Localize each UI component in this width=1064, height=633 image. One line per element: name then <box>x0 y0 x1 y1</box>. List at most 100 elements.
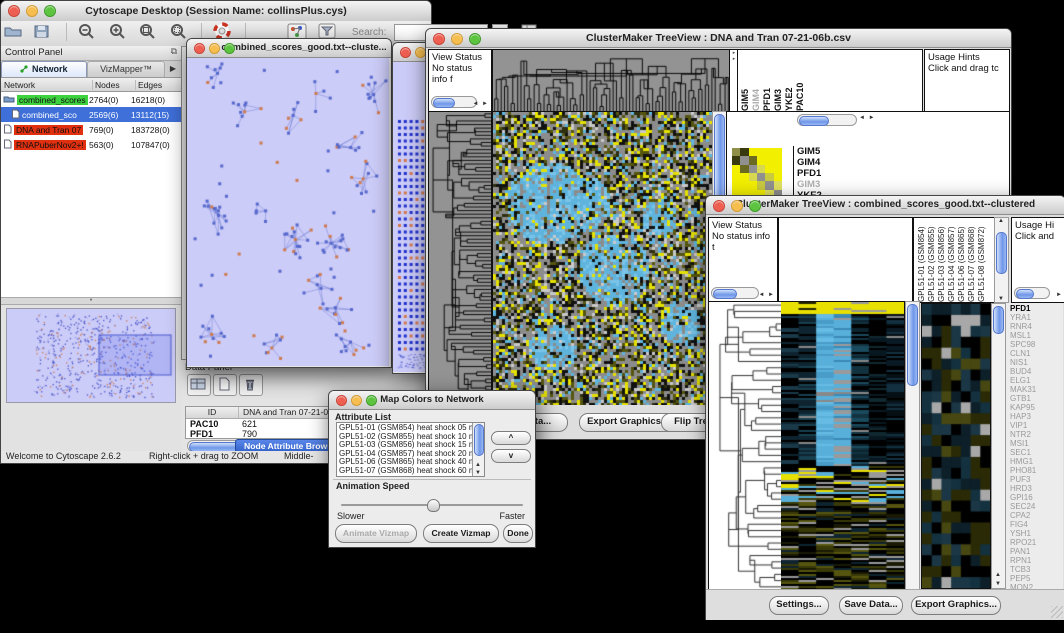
attribute-list-item[interactable]: GPL51-01 (GSM854) heat shock 05 min <box>339 424 482 433</box>
gene-label[interactable]: HMG1 <box>1010 457 1063 466</box>
zoom-out-icon[interactable] <box>76 22 100 42</box>
scroll-arrows-icon[interactable]: ◄ ► <box>758 292 775 298</box>
treeview2-titlebar[interactable]: ClusterMaker TreeView : combined_scores_… <box>706 196 1064 215</box>
gene-label[interactable]: PFD1 <box>797 168 857 179</box>
network1-titlebar[interactable]: combined_scores_good.txt--cluste... <box>187 39 391 58</box>
main-titlebar[interactable]: Cytoscape Desktop (Session Name: collins… <box>1 1 431 22</box>
gene-label[interactable]: GPI16 <box>1010 493 1063 502</box>
network-list-row[interactable]: DNA and Tran 07769(0)183728(0) <box>1 122 181 137</box>
tab-overflow-arrow[interactable]: ▶ <box>165 61 181 77</box>
close-button[interactable] <box>336 395 347 406</box>
gene-label[interactable]: SEC24 <box>1010 502 1063 511</box>
table-grid-icon[interactable] <box>187 374 211 396</box>
slider-thumb[interactable] <box>427 499 440 512</box>
network-canvas[interactable] <box>187 58 389 366</box>
attribute-list-item[interactable]: GPL51-03 (GSM856) heat shock 15 min <box>339 441 482 450</box>
tv2-row-dendrogram[interactable] <box>708 301 783 591</box>
float-panel-icon[interactable]: ⧉ <box>171 46 177 57</box>
settings-button[interactable]: Settings... <box>769 596 829 615</box>
zoom-in-icon[interactable] <box>107 22 131 42</box>
gene-label[interactable]: PAN1 <box>1010 547 1063 556</box>
tv1-column-dendrogram[interactable] <box>492 49 731 112</box>
new-document-icon[interactable] <box>213 374 237 396</box>
tab-vizmapper[interactable]: VizMapper™ <box>87 61 165 77</box>
zoom-button[interactable] <box>366 395 377 406</box>
gene-label[interactable]: GIM4 <box>797 157 857 168</box>
gene-label[interactable]: MSL1 <box>1010 331 1063 340</box>
gene-label[interactable]: VIP1 <box>1010 421 1063 430</box>
tab-network[interactable]: Network <box>1 61 87 77</box>
tv2-status-hscrollbar[interactable] <box>711 287 759 299</box>
network-list-row[interactable]: combined_scores2764(0)16218(0) <box>1 92 181 107</box>
export-graphics-button[interactable]: Export Graphics... <box>911 596 1001 615</box>
gene-label[interactable]: PEP5 <box>1010 574 1063 583</box>
tv2-zoom-vscrollbar[interactable]: ▲ ▼ <box>991 303 1006 589</box>
minimize-button[interactable] <box>26 5 38 17</box>
gene-label[interactable]: CPA2 <box>1010 511 1063 520</box>
gene-label[interactable]: GIM5 <box>797 146 857 157</box>
gene-label[interactable]: RPN1 <box>1010 556 1063 565</box>
network-overview-canvas[interactable] <box>6 308 176 403</box>
done-button[interactable]: Done <box>503 524 533 543</box>
dialog-titlebar[interactable]: Map Colors to Network <box>329 391 535 410</box>
close-button[interactable] <box>194 43 205 54</box>
gene-label[interactable]: TCB3 <box>1010 565 1063 574</box>
gene-label[interactable]: ELG1 <box>1010 376 1063 385</box>
attribute-list-vscrollbar[interactable]: ▲ ▼ <box>472 423 484 476</box>
trash-icon[interactable] <box>239 374 263 396</box>
tv1-cluster-matrix[interactable] <box>732 148 782 198</box>
zoom-button[interactable] <box>224 43 235 54</box>
gene-label[interactable]: GIM3 <box>797 179 857 190</box>
gene-label[interactable]: RPO21 <box>1010 538 1063 547</box>
tv2-column-dendrogram-area[interactable] <box>778 217 913 303</box>
minimize-button[interactable] <box>731 200 743 212</box>
gene-label[interactable]: MAK31 <box>1010 385 1063 394</box>
tv1-status-hscrollbar[interactable] <box>431 96 477 108</box>
gene-label[interactable]: KAP95 <box>1010 403 1063 412</box>
tv1-mini-hscrollbar[interactable] <box>797 114 857 126</box>
close-button[interactable] <box>433 33 445 45</box>
gene-label[interactable]: HRD3 <box>1010 484 1063 493</box>
attribute-list-item[interactable]: GPL51-07 (GSM868) heat shock 60 min <box>339 467 482 476</box>
tv2-hints-hscrollbar[interactable] <box>1014 287 1050 299</box>
gene-label[interactable]: YRA1 <box>1010 313 1063 322</box>
open-folder-icon[interactable] <box>2 22 26 42</box>
attribute-list-item[interactable]: GPL51-06 (GSM865) heat shock 40 min <box>339 458 482 467</box>
network-list-row[interactable]: RNAPuberNov2+!563(0)107847(0) <box>1 137 181 152</box>
gene-label[interactable]: FIG4 <box>1010 520 1063 529</box>
gene-label[interactable]: PUF3 <box>1010 475 1063 484</box>
gene-label[interactable]: YSH1 <box>1010 529 1063 538</box>
minimize-button[interactable] <box>351 395 362 406</box>
close-button[interactable] <box>8 5 20 17</box>
tv2-heatmap[interactable] <box>781 301 905 591</box>
create-vizmap-button[interactable]: Create Vizmap <box>423 524 499 543</box>
gene-label[interactable]: NTR2 <box>1010 430 1063 439</box>
scroll-arrows-icon[interactable]: ◄ ► <box>859 115 876 121</box>
move-up-button[interactable]: ^ <box>491 431 531 445</box>
gene-label[interactable]: CLN1 <box>1010 349 1063 358</box>
minimize-button[interactable] <box>451 33 463 45</box>
tv1-row-dendrogram[interactable] <box>428 111 492 407</box>
gene-label[interactable]: PFD1 <box>1010 304 1063 313</box>
zoom-button[interactable] <box>749 200 761 212</box>
network-list-row[interactable]: combined_sco2569(6)13112(15) <box>1 107 181 122</box>
move-down-button[interactable]: v <box>491 449 531 463</box>
scroll-arrows-icon[interactable]: ► <box>1056 292 1063 298</box>
gene-label[interactable]: BUD4 <box>1010 367 1063 376</box>
gene-label[interactable]: MSI1 <box>1010 439 1063 448</box>
resize-grip[interactable] <box>1051 606 1063 618</box>
gene-label[interactable]: SPC98 <box>1010 340 1063 349</box>
zoom-fit-icon[interactable] <box>137 22 161 42</box>
tv1-heatmap[interactable] <box>492 111 713 407</box>
gene-label[interactable]: SEC1 <box>1010 448 1063 457</box>
zoom-button[interactable] <box>44 5 56 17</box>
minimize-button[interactable] <box>209 43 220 54</box>
close-button[interactable] <box>713 200 725 212</box>
gene-label[interactable]: PHO81 <box>1010 466 1063 475</box>
tv2-zoom-heatmap[interactable] <box>921 303 991 589</box>
animate-vizmap-button[interactable]: Animate Vizmap <box>335 524 417 543</box>
zoom-button[interactable] <box>469 33 481 45</box>
attribute-list[interactable]: GPL51-01 (GSM854) heat shock 05 min GPL51… <box>336 422 485 477</box>
animation-speed-slider[interactable] <box>341 499 523 511</box>
attribute-list-item[interactable]: GPL51-04 (GSM857) heat shock 20 min <box>339 450 482 459</box>
